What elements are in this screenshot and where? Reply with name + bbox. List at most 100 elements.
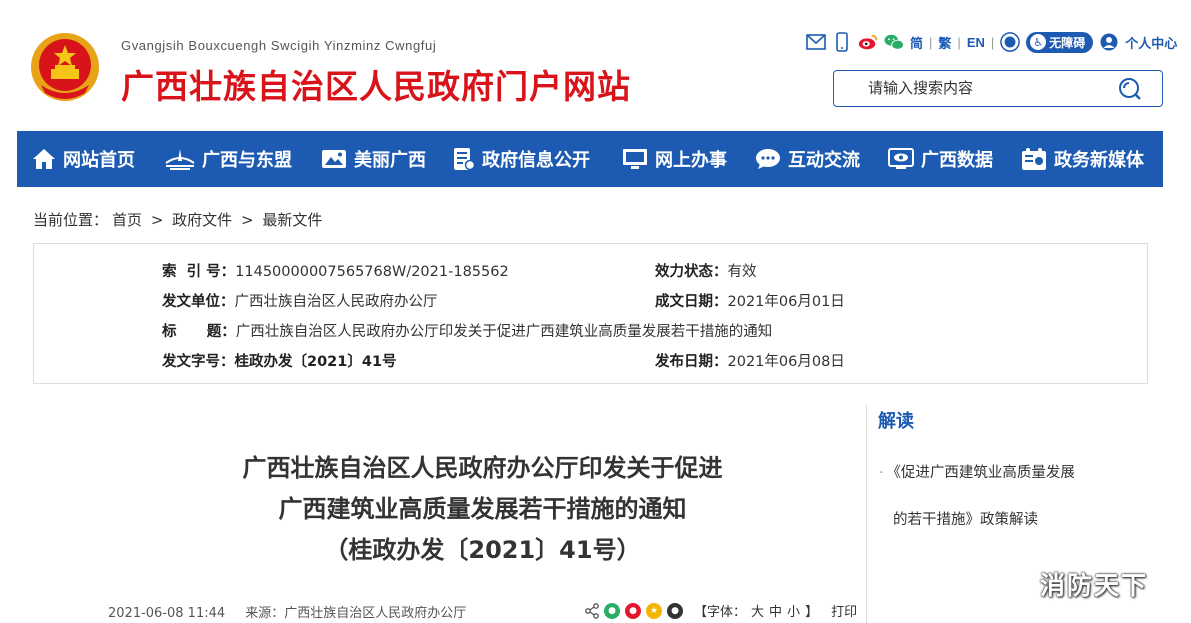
- qzone-share-icon[interactable]: ★: [646, 602, 662, 619]
- wheelchair-icon: ♿: [1030, 34, 1047, 50]
- info-date-made-row: 成文日期：2021年06月01日: [655, 290, 845, 311]
- font-size-small[interactable]: 小: [787, 601, 800, 620]
- search-input[interactable]: [868, 79, 1108, 97]
- wechat-icon[interactable]: [884, 32, 904, 52]
- article-datetime: 2021-06-08 11:44: [108, 606, 226, 621]
- mobile-icon[interactable]: [832, 32, 852, 52]
- article-meta: 2021-06-08 11:44 来源：广西壮族自治区人民政府办公厅: [108, 602, 466, 621]
- nav-item-gov-info[interactable]: 政府信息公开: [453, 131, 590, 187]
- info-pub-date-row: 发布日期：2021年06月08日: [655, 350, 845, 371]
- nav-item-label: 网上办事: [655, 150, 727, 171]
- font-size-medium[interactable]: 中: [769, 601, 782, 620]
- monitor-icon: [623, 149, 647, 169]
- sidebar-item-line: 的若干措施》政策解读: [893, 512, 1038, 528]
- site-header: Gvangjsih Bouxcuengh Swcigih Yinzminz Cw…: [0, 0, 1191, 130]
- personal-center-link[interactable]: 个人中心: [1125, 33, 1177, 52]
- nav-item-label: 网站首页: [63, 150, 135, 171]
- font-size-label: 【字体：: [694, 605, 747, 620]
- nav-item-label: 互动交流: [788, 150, 860, 171]
- bridge-icon: [165, 149, 195, 170]
- nav-item-interaction[interactable]: 互动交流: [755, 131, 860, 187]
- nav-item-new-media[interactable]: 政务新媒体: [1021, 131, 1144, 187]
- simplified-chinese-link[interactable]: 简: [910, 33, 923, 52]
- article-title-line: 广西壮族自治区人民政府办公厅印发关于促进: [242, 454, 723, 482]
- nav-item-label: 政务新媒体: [1054, 150, 1144, 171]
- sidebar-item-interpretation[interactable]: · 《促进广西建筑业高质量发展 的若干措施》政策解读: [879, 450, 1129, 544]
- breadcrumb-separator: >: [240, 211, 254, 229]
- traditional-chinese-link[interactable]: 繁: [938, 33, 951, 52]
- info-title-row: 标 题：广西壮族自治区人民政府办公厅印发关于促进广西建筑业高质量发展若干措施的通…: [162, 320, 772, 341]
- toolbar-separator: |: [929, 34, 933, 50]
- nav-item-label: 政府信息公开: [482, 150, 590, 171]
- nav-item-data[interactable]: 广西数据: [888, 131, 993, 187]
- english-link[interactable]: EN: [967, 35, 985, 50]
- site-title[interactable]: 广西壮族自治区人民政府门户网站: [121, 60, 631, 108]
- info-status-value: 有效: [727, 264, 757, 280]
- info-index-value: 11450000007565768W/2021-185562: [235, 264, 509, 280]
- info-doc-no-key: 发文字号：: [162, 354, 235, 370]
- nav-item-label: 美丽广西: [354, 150, 426, 171]
- toolbar-separator: |: [990, 34, 995, 50]
- accessibility-label: 无障碍: [1049, 35, 1086, 50]
- info-status-key: 效力状态：: [655, 264, 728, 280]
- info-index-row: 索 引 号：11450000007565768W/2021-185562: [162, 260, 509, 281]
- article-doc-number: （桂政办发〔2021〕41号）: [324, 536, 641, 564]
- toolbar-separator: |: [957, 34, 961, 50]
- elder-mode-icon[interactable]: [1000, 32, 1021, 52]
- info-issuer-row: 发文单位：广西壮族自治区人民政府办公厅: [162, 290, 438, 311]
- search-box: [833, 70, 1163, 107]
- nav-item-label: 广西与东盟: [202, 150, 292, 171]
- weibo-icon[interactable]: [858, 32, 878, 52]
- font-size-close: 】: [805, 605, 819, 620]
- document-icon: [454, 148, 475, 171]
- breadcrumb-separator: >: [150, 211, 164, 229]
- info-index-key: 索 引 号：: [162, 264, 236, 280]
- weibo-share-icon[interactable]: ●: [625, 602, 641, 619]
- nav-item-beautiful-guangxi[interactable]: 美丽广西: [321, 131, 426, 187]
- header-toolbar: 简 | 繁 | EN | ♿ 无障碍 个人中心: [806, 31, 1177, 53]
- info-pub-date-value: 2021年06月08日: [727, 354, 845, 370]
- bullet-icon: ·: [879, 465, 884, 481]
- article-source: 来源：广西壮族自治区人民政府办公厅: [245, 606, 467, 621]
- nav-item-label: 广西数据: [921, 150, 993, 171]
- nav-item-online-services[interactable]: 网上办事: [622, 131, 727, 187]
- national-emblem-icon[interactable]: [29, 31, 101, 103]
- chat-icon: [756, 149, 780, 169]
- document-info-box: 索 引 号：11450000007565768W/2021-185562 效力状…: [33, 243, 1148, 384]
- watermark: 消防天下: [1040, 571, 1149, 600]
- info-doc-no-value: 桂政办发〔2021〕41号: [234, 354, 397, 370]
- wechat-share-icon[interactable]: ●: [604, 602, 620, 619]
- qq-share-icon[interactable]: ●: [667, 602, 683, 619]
- breadcrumb-latest-files[interactable]: 最新文件: [262, 211, 322, 229]
- breadcrumb-home[interactable]: 首页: [112, 211, 142, 229]
- share-icon[interactable]: [585, 602, 599, 619]
- nav-item-asean[interactable]: 广西与东盟: [165, 131, 292, 187]
- nav-item-home[interactable]: 网站首页: [32, 131, 135, 187]
- article-tools: ● ● ★ ● 【字体： 大 中 小 】 打印: [585, 601, 857, 620]
- sidebar-item-line: 《促进广西建筑业高质量发展: [893, 465, 1075, 481]
- info-doc-no-row: 发文字号：桂政办发〔2021〕41号: [162, 350, 397, 371]
- print-link[interactable]: 打印: [831, 601, 857, 620]
- user-icon[interactable]: [1099, 32, 1119, 52]
- info-status-row: 效力状态：有效: [655, 260, 757, 281]
- info-date-made-key: 成文日期：: [655, 294, 728, 310]
- picture-icon: [322, 150, 346, 168]
- info-title-key: 标 题：: [162, 324, 236, 340]
- accessibility-button[interactable]: ♿ 无障碍: [1026, 31, 1094, 53]
- info-date-made-value: 2021年06月01日: [727, 294, 845, 310]
- mail-icon[interactable]: [806, 32, 826, 52]
- info-title-value: 广西壮族自治区人民政府办公厅印发关于促进广西建筑业高质量发展若干措施的通知: [235, 324, 773, 340]
- sidebar-title: 解读: [878, 411, 914, 432]
- eye-icon: [888, 148, 914, 169]
- info-issuer-value: 广西壮族自治区人民政府办公厅: [234, 294, 438, 310]
- font-size-large[interactable]: 大: [751, 601, 764, 620]
- search-icon[interactable]: [1118, 77, 1142, 101]
- article-title: 广西壮族自治区人民政府办公厅印发关于促进 广西建筑业高质量发展若干措施的通知 （…: [110, 448, 855, 571]
- media-icon: [1022, 148, 1046, 170]
- info-issuer-key: 发文单位：: [162, 294, 235, 310]
- breadcrumb-gov-files[interactable]: 政府文件: [172, 211, 232, 229]
- breadcrumb: 当前位置： 首页 > 政府文件 > 最新文件: [33, 209, 326, 230]
- site-subtitle: Gvangjsih Bouxcuengh Swcigih Yinzminz Cw…: [121, 38, 437, 53]
- article-title-line: 广西建筑业高质量发展若干措施的通知: [278, 495, 687, 523]
- breadcrumb-prefix: 当前位置：: [33, 211, 109, 229]
